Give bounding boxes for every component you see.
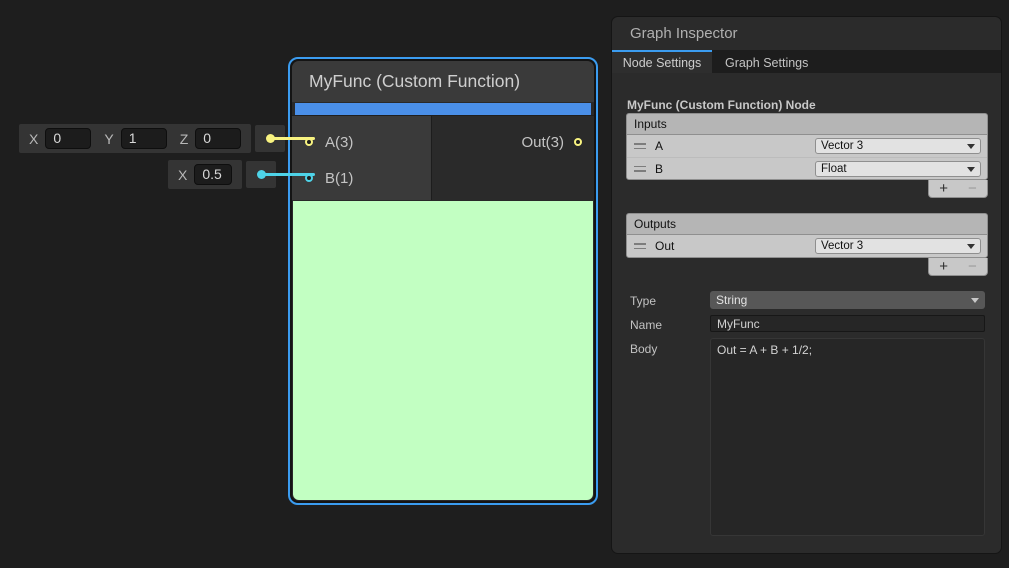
dropdown-value: Vector 3 (821, 240, 863, 252)
outputs-list-header: Outputs (626, 213, 988, 234)
inspector-title[interactable]: Graph Inspector (612, 17, 1001, 50)
component-label-x: X (178, 167, 187, 183)
add-input-button[interactable]: + (939, 181, 948, 196)
node-accent-strip (295, 103, 591, 115)
inputs-list-rows: A Vector 3 B Float (626, 134, 988, 180)
drag-handle-icon[interactable] (634, 243, 646, 249)
custom-function-node[interactable]: MyFunc (Custom Function) A(3) B(1) Out(3… (288, 57, 598, 505)
tab-node-settings[interactable]: Node Settings (612, 50, 712, 73)
vector-component-z: Z 0 (180, 128, 242, 149)
edge-wire-a[interactable] (270, 137, 315, 140)
input-type-dropdown[interactable]: Float (815, 161, 981, 177)
graph-inspector-panel: Graph Inspector Node Settings Graph Sett… (612, 17, 1001, 553)
input-row-name: B (655, 162, 663, 176)
inputs-list-footer: + − (928, 180, 988, 198)
name-field[interactable]: MyFunc (710, 315, 985, 332)
component-value-x[interactable]: 0 (45, 128, 91, 149)
port-a-label: A(3) (325, 134, 353, 151)
port-b-label: B(1) (325, 170, 353, 187)
outputs-list: Outputs Out Vector 3 + − (626, 213, 988, 276)
list-item[interactable]: Out Vector 3 (627, 235, 987, 257)
component-value-z[interactable]: 0 (195, 128, 241, 149)
node-ports-section: A(3) B(1) Out(3) (292, 115, 594, 200)
output-type-dropdown[interactable]: Vector 3 (815, 238, 981, 254)
node-title[interactable]: MyFunc (Custom Function) (292, 61, 594, 102)
component-label-z: Z (180, 131, 189, 147)
input-row-name: A (655, 139, 663, 153)
vector3-input-widget: X 0 Y 1 Z 0 (19, 124, 251, 153)
node-preview (293, 201, 593, 500)
input-port-a[interactable]: A(3) (292, 129, 353, 155)
output-row-name: Out (655, 239, 674, 253)
vector-component-x: X 0 (29, 128, 91, 149)
float-component-x: X 0.5 (178, 164, 232, 185)
float-input-widget: X 0.5 (168, 160, 242, 189)
port-out-label: Out(3) (521, 134, 564, 151)
inputs-list: Inputs A Vector 3 B Float + − (626, 113, 988, 198)
remove-input-button[interactable]: − (968, 181, 977, 196)
vector-component-y: Y 1 (104, 128, 166, 149)
type-dropdown[interactable]: String (710, 291, 985, 309)
chevron-down-icon (967, 144, 975, 149)
component-value-y[interactable]: 1 (121, 128, 167, 149)
list-item[interactable]: B Float (627, 157, 987, 179)
chevron-down-icon (967, 167, 975, 172)
dropdown-value: String (716, 293, 747, 307)
port-out-ring-icon[interactable] (574, 138, 582, 146)
dropdown-value: Float (821, 163, 847, 175)
body-textarea[interactable]: Out = A + B + 1/2; (710, 338, 985, 536)
list-item[interactable]: A Vector 3 (627, 135, 987, 157)
output-port-out[interactable]: Out(3) (521, 129, 582, 155)
drag-handle-icon[interactable] (634, 143, 646, 149)
body-label: Body (630, 342, 657, 356)
inputs-list-header: Inputs (626, 113, 988, 134)
node-settings-heading: MyFunc (Custom Function) Node (627, 98, 816, 112)
chevron-down-icon (967, 244, 975, 249)
node-body: MyFunc (Custom Function) A(3) B(1) Out(3… (292, 61, 594, 501)
input-port-b[interactable]: B(1) (292, 165, 353, 191)
outputs-list-rows: Out Vector 3 (626, 234, 988, 258)
type-label: Type (630, 294, 656, 308)
tab-graph-settings[interactable]: Graph Settings (725, 50, 808, 73)
add-output-button[interactable]: + (939, 259, 948, 274)
component-label-x: X (29, 131, 38, 147)
drag-handle-icon[interactable] (634, 166, 646, 172)
component-value-x[interactable]: 0.5 (194, 164, 232, 185)
dropdown-value: Vector 3 (821, 140, 863, 152)
input-type-dropdown[interactable]: Vector 3 (815, 138, 981, 154)
edge-wire-b[interactable] (261, 173, 315, 176)
inspector-tab-bar: Node Settings Graph Settings (612, 50, 1001, 73)
name-label: Name (630, 318, 662, 332)
chevron-down-icon (971, 298, 979, 303)
remove-output-button[interactable]: − (968, 259, 977, 274)
outputs-list-footer: + − (928, 258, 988, 276)
component-label-y: Y (104, 131, 113, 147)
